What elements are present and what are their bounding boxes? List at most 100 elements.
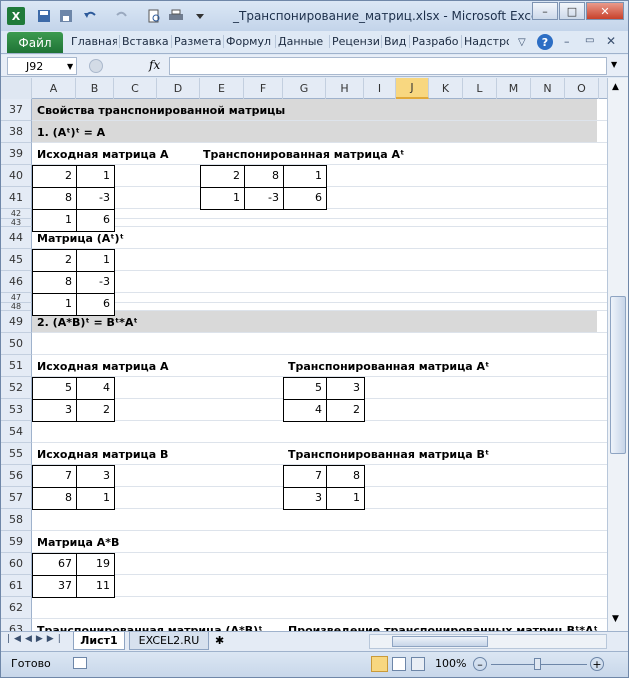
cell-label[interactable]: Свойства транспонированной матрицы	[37, 104, 285, 117]
column-header-m[interactable]: M	[497, 78, 531, 99]
matrix-Att-cell[interactable]: 1	[76, 249, 115, 272]
formula-input[interactable]	[169, 57, 607, 75]
tab-data[interactable]: Данные	[275, 35, 327, 48]
matrix-At-1-cell[interactable]: 2	[200, 165, 245, 188]
cell-label[interactable]: Транспонированная матрица (A*B)ᵗ	[37, 624, 262, 631]
page-break-view-icon[interactable]	[411, 657, 425, 671]
tab-insert[interactable]: Вставка	[119, 35, 169, 48]
matrix-Att-cell[interactable]: 2	[32, 249, 77, 272]
cell-label[interactable]: 1. (Aᵗ)ᵗ = A	[37, 126, 105, 139]
column-header-o[interactable]: O	[565, 78, 599, 99]
tab-home[interactable]: Главная	[69, 35, 117, 48]
matrix-A-1-cell[interactable]: 1	[32, 209, 77, 232]
row-header-39[interactable]: 39	[1, 143, 32, 165]
sheet-tab-excel2ru[interactable]: EXCEL2.RU	[129, 632, 209, 650]
column-header-j[interactable]: J	[396, 78, 429, 99]
matrix-A-1-cell[interactable]: 2	[32, 165, 77, 188]
redo-icon[interactable]	[113, 7, 131, 25]
tab-page-layout[interactable]: Размета	[171, 35, 221, 48]
row-header-55[interactable]: 55	[1, 443, 32, 465]
matrix-Bt-cell[interactable]: 3	[283, 487, 327, 510]
spreadsheet-grid[interactable]: ABCDEFGHIJKLMNO 37 Свойства транспонирова…	[1, 78, 607, 631]
matrix-AB-cell[interactable]: 11	[76, 575, 115, 598]
matrix-A-1-cell[interactable]: 1	[76, 165, 115, 188]
zoom-in-icon[interactable]: +	[590, 657, 604, 671]
matrix-A-2-cell[interactable]: 4	[76, 377, 115, 400]
row-header-51[interactable]: 51	[1, 355, 32, 377]
matrix-B-cell[interactable]: 8	[32, 487, 77, 510]
row-header-54[interactable]: 54	[1, 421, 32, 443]
matrix-At-2-cell[interactable]: 5	[283, 377, 327, 400]
row-header-63[interactable]: 63	[1, 619, 32, 631]
row-header-50[interactable]: 50	[1, 333, 32, 355]
column-header-h[interactable]: H	[326, 78, 364, 99]
matrix-Att-cell[interactable]: 6	[76, 293, 115, 316]
matrix-AB-cell[interactable]: 19	[76, 553, 115, 576]
workbook-close-icon[interactable]: ✕	[606, 34, 616, 48]
matrix-At-2-cell[interactable]: 3	[326, 377, 365, 400]
vertical-scroll-thumb[interactable]	[610, 296, 626, 454]
matrix-AB-cell[interactable]: 37	[32, 575, 77, 598]
tab-view[interactable]: Вид	[381, 35, 407, 48]
row-header-37[interactable]: 37	[1, 99, 32, 121]
workbook-restore-icon[interactable]: ▭	[585, 35, 594, 46]
matrix-Att-cell[interactable]: 8	[32, 271, 77, 294]
horizontal-scrollbar[interactable]	[369, 634, 607, 649]
macro-record-icon[interactable]	[73, 657, 87, 669]
row-header-46[interactable]: 46	[1, 271, 32, 293]
name-box-dropdown-icon[interactable]: ▼	[67, 62, 73, 71]
row-header-59[interactable]: 59	[1, 531, 32, 553]
column-header-g[interactable]: G	[283, 78, 326, 99]
column-header-c[interactable]: C	[114, 78, 157, 99]
insert-function-icon[interactable]: fx	[149, 58, 160, 72]
matrix-A-2-cell[interactable]: 5	[32, 377, 77, 400]
cell-label[interactable]: 2. (A*B)ᵗ = Bᵗ*Aᵗ	[37, 316, 138, 329]
scroll-up-arrow-icon[interactable]: ▲	[612, 82, 619, 92]
normal-view-icon[interactable]	[371, 656, 388, 672]
row-header-48[interactable]: 48	[1, 302, 32, 311]
cell-label[interactable]: Исходная матрица B	[37, 448, 168, 461]
save-as-icon[interactable]	[57, 7, 75, 25]
horizontal-scroll-thumb[interactable]	[392, 636, 488, 647]
matrix-A-1-cell[interactable]: -3	[76, 187, 115, 210]
matrix-B-cell[interactable]: 7	[32, 465, 77, 488]
matrix-At-1-cell[interactable]: 8	[244, 165, 284, 188]
column-header-b[interactable]: B	[76, 78, 114, 99]
matrix-Att-cell[interactable]: -3	[76, 271, 115, 294]
cell-label[interactable]: Произведение транспонированных матриц Bᵗ…	[288, 624, 598, 631]
maximize-button[interactable]: □	[559, 2, 585, 20]
row-header-62[interactable]: 62	[1, 597, 32, 619]
help-icon[interactable]: ?	[537, 34, 553, 50]
row-header-40[interactable]: 40	[1, 165, 32, 187]
sheet-navigation-arrows-icon[interactable]: |◀◀▶▶|	[7, 634, 65, 644]
tab-formulas[interactable]: Формул	[223, 35, 273, 48]
row-header-44[interactable]: 44	[1, 227, 32, 249]
formula-bar-toggle-icon[interactable]	[89, 59, 103, 73]
tab-addins[interactable]: Надстрo	[461, 35, 509, 48]
row-header-60[interactable]: 60	[1, 553, 32, 575]
column-header-i[interactable]: I	[364, 78, 396, 99]
matrix-Bt-cell[interactable]: 7	[283, 465, 327, 488]
cell-label[interactable]: Исходная матрица A	[37, 360, 168, 373]
print-icon[interactable]	[167, 7, 185, 25]
row-header-52[interactable]: 52	[1, 377, 32, 399]
matrix-Bt-cell[interactable]: 8	[326, 465, 365, 488]
tab-file[interactable]: Файл	[7, 32, 63, 53]
cell-label[interactable]: Матрица (Aᵗ)ᵗ	[37, 232, 124, 245]
row-header-43[interactable]: 43	[1, 218, 32, 227]
matrix-A-2-cell[interactable]: 2	[76, 399, 115, 422]
row-header-61[interactable]: 61	[1, 575, 32, 597]
matrix-A-2-cell[interactable]: 3	[32, 399, 77, 422]
cell-label[interactable]: Исходная матрица A	[37, 148, 168, 161]
tab-review[interactable]: Рецензи	[329, 35, 379, 48]
row-header-58[interactable]: 58	[1, 509, 32, 531]
save-icon[interactable]	[35, 7, 53, 25]
cell-label[interactable]: Транспонированная матрица Aᵗ	[288, 360, 489, 373]
column-header-a[interactable]: A	[32, 78, 76, 99]
select-all-corner[interactable]	[1, 78, 32, 99]
matrix-At-1-cell[interactable]: -3	[244, 187, 284, 210]
matrix-At-2-cell[interactable]: 4	[283, 399, 327, 422]
matrix-Att-cell[interactable]: 1	[32, 293, 77, 316]
matrix-At-1-cell[interactable]: 1	[283, 165, 327, 188]
zoom-slider-thumb[interactable]	[534, 658, 541, 670]
